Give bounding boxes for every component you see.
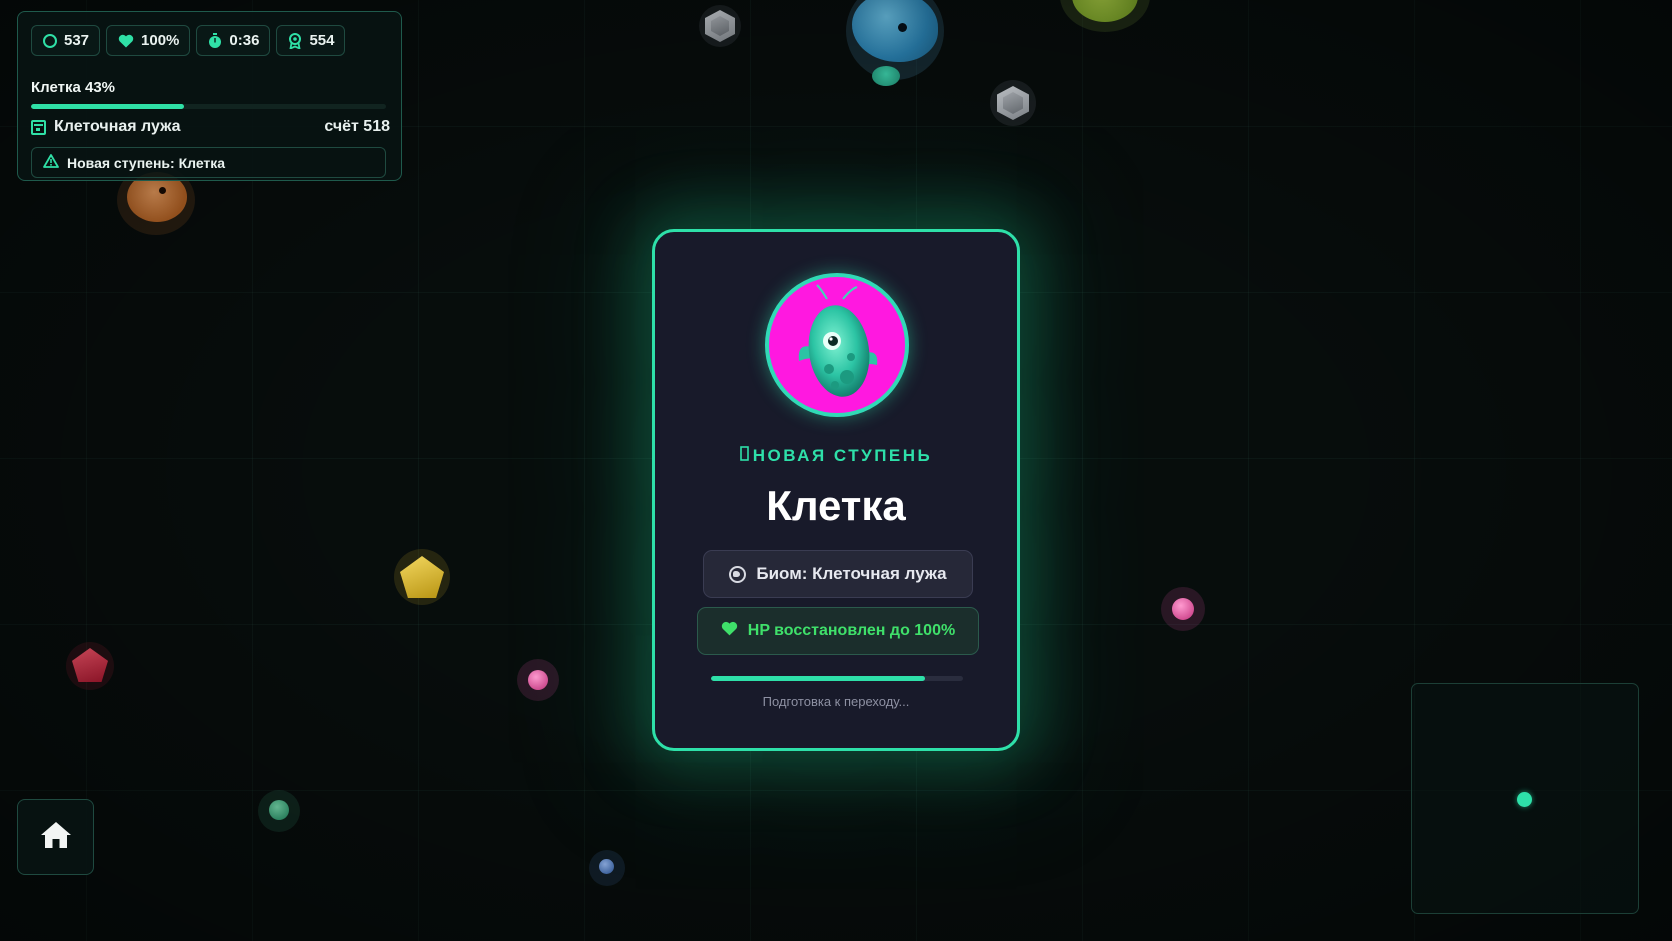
size-stat-chip: 537 — [31, 25, 101, 56]
timer-value: 0:36 — [229, 32, 260, 49]
circle-outline-icon — [43, 33, 57, 48]
heart-icon — [118, 34, 134, 48]
biome-badge: Биом: Клеточная лужа — [703, 550, 973, 598]
calendar-icon — [31, 119, 46, 135]
score-text: счёт 518 — [324, 118, 390, 135]
stage-progress-bar — [31, 104, 386, 109]
transition-status-text: Подготовка к переходу... — [762, 694, 910, 709]
minimap[interactable] — [1411, 683, 1639, 914]
hud-panel: 537 100% 0:36 554 Клетка 43% Клеточная л… — [17, 11, 402, 181]
cell-creature-icon — [798, 284, 878, 397]
health-stat-chip: 100% — [106, 25, 191, 56]
award-icon — [288, 32, 302, 49]
stage-progress-label: Клетка 43% — [31, 79, 116, 96]
player-dot — [1517, 792, 1532, 807]
timer-stat-chip: 0:36 — [196, 25, 271, 56]
cell-creature-avatar — [765, 273, 909, 417]
award-value: 554 — [309, 32, 335, 49]
spark-icon — [739, 446, 749, 466]
biome-row: Клеточная лужа счёт 518 — [31, 118, 390, 136]
home-button[interactable] — [17, 799, 94, 875]
home-icon — [40, 820, 72, 855]
globe-icon — [729, 565, 747, 583]
heart-icon — [721, 621, 738, 641]
biome-name: Клеточная лужа — [54, 118, 181, 135]
biome-info: Клеточная лужа — [31, 118, 181, 136]
warning-triangle-icon — [43, 154, 59, 171]
new-stage-modal: НОВАЯ СТУПЕНЬ Клетка Биом: Клеточная луж… — [652, 229, 1020, 751]
stopwatch-icon — [208, 32, 222, 49]
transition-progress-fill — [711, 676, 926, 681]
modal-eyebrow: НОВАЯ СТУПЕНЬ — [655, 446, 1017, 466]
transition-progress-bar — [711, 676, 963, 681]
health-value: 100% — [141, 32, 180, 49]
stage-title: Клетка — [766, 482, 906, 529]
eyebrow-text: НОВАЯ СТУПЕНЬ — [752, 446, 933, 465]
notice-text: Новая ступень: Клетка — [67, 154, 226, 171]
stage-notice: Новая ступень: Клетка — [31, 147, 386, 178]
award-stat-chip: 554 — [276, 25, 346, 56]
stat-chips: 537 100% 0:36 554 — [31, 25, 346, 56]
stage-progress-fill — [31, 104, 184, 109]
hp-restored-badge: HP восстановлен до 100% — [697, 607, 979, 655]
biome-badge-text: Биом: Клеточная лужа — [756, 564, 947, 583]
hp-restored-text: HP восстановлен до 100% — [747, 622, 956, 639]
size-value: 537 — [64, 32, 90, 49]
